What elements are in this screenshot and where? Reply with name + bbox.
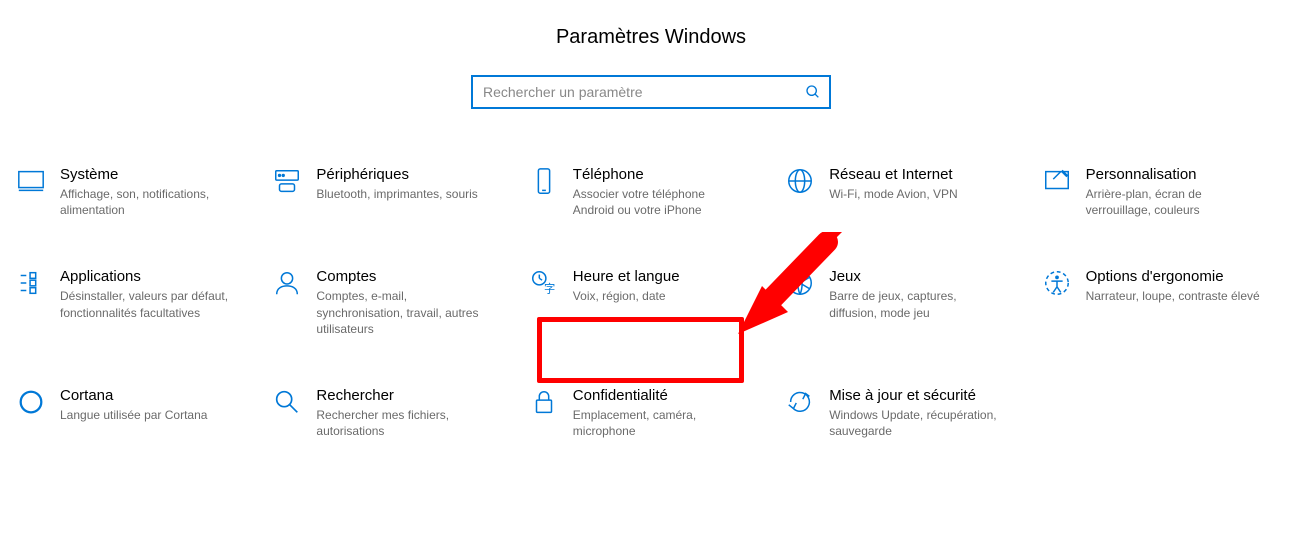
personalization-icon [1040,166,1074,200]
tile-desc: Arrière-plan, écran de verrouillage, cou… [1086,186,1261,218]
page-title: Paramètres Windows [0,26,1302,49]
tile-personalization[interactable]: Personnalisation Arrière-plan, écran de … [1036,164,1292,220]
system-icon [14,166,48,200]
tile-network[interactable]: Réseau et Internet Wi-Fi, mode Avion, VP… [779,164,1035,220]
search-icon [805,84,821,100]
tile-title: Rechercher [316,387,491,404]
tile-desc: Associer votre téléphone Android ou votr… [573,186,748,218]
tile-title: Personnalisation [1086,166,1261,183]
tile-title: Système [60,166,235,183]
tile-desc: Comptes, e-mail, synchronisation, travai… [316,288,491,337]
update-icon [783,387,817,421]
tile-desc: Voix, région, date [573,288,680,304]
tile-apps[interactable]: Applications Désinstaller, valeurs par d… [10,266,266,339]
tile-title: Heure et langue [573,268,680,285]
tile-title: Confidentialité [573,387,748,404]
tile-cortana[interactable]: Cortana Langue utilisée par Cortana [10,385,266,441]
tile-title: Comptes [316,268,491,285]
tile-desc: Bluetooth, imprimantes, souris [316,186,477,202]
ease-of-access-icon [1040,268,1074,302]
tile-desc: Wi-Fi, mode Avion, VPN [829,186,957,202]
tile-desc: Rechercher mes fichiers, autorisations [316,407,491,439]
tile-ease-of-access[interactable]: Options d'ergonomie Narrateur, loupe, co… [1036,266,1292,339]
devices-icon [270,166,304,200]
tile-time-language[interactable]: 字 Heure et langue Voix, région, date [523,266,779,339]
tile-gaming[interactable]: Jeux Barre de jeux, captures, diffusion,… [779,266,1035,339]
tile-desc: Désinstaller, valeurs par défaut, foncti… [60,288,235,320]
search-input[interactable] [483,84,805,100]
tile-desc: Narrateur, loupe, contraste élevé [1086,288,1260,304]
search-tile-icon [270,387,304,421]
tile-title: Réseau et Internet [829,166,957,183]
tile-desc: Affichage, son, notifications, alimentat… [60,186,235,218]
tile-title: Périphériques [316,166,477,183]
globe-icon [783,166,817,200]
tile-desc: Langue utilisée par Cortana [60,407,207,423]
tile-accounts[interactable]: Comptes Comptes, e-mail, synchronisation… [266,266,522,339]
tile-system[interactable]: Système Affichage, son, notifications, a… [10,164,266,220]
accounts-icon [270,268,304,302]
tile-desc: Barre de jeux, captures, diffusion, mode… [829,288,1004,320]
tile-devices[interactable]: Périphériques Bluetooth, imprimantes, so… [266,164,522,220]
svg-text:字: 字 [544,282,555,296]
tile-title: Cortana [60,387,207,404]
tile-update-security[interactable]: Mise à jour et sécurité Windows Update, … [779,385,1035,441]
time-language-icon: 字 [527,268,561,302]
cortana-icon [14,387,48,421]
phone-icon [527,166,561,200]
tile-title: Options d'ergonomie [1086,268,1260,285]
tile-title: Applications [60,268,235,285]
lock-icon [527,387,561,421]
apps-icon [14,268,48,302]
settings-grid: Système Affichage, son, notifications, a… [0,164,1302,441]
tile-title: Mise à jour et sécurité [829,387,1004,404]
tile-desc: Windows Update, récupération, sauvegarde [829,407,1004,439]
search-box[interactable] [471,75,831,109]
tile-search[interactable]: Rechercher Rechercher mes fichiers, auto… [266,385,522,441]
tile-privacy[interactable]: Confidentialité Emplacement, caméra, mic… [523,385,779,441]
tile-title: Téléphone [573,166,748,183]
tile-title: Jeux [829,268,1004,285]
tile-desc: Emplacement, caméra, microphone [573,407,748,439]
tile-phone[interactable]: Téléphone Associer votre téléphone Andro… [523,164,779,220]
gaming-icon [783,268,817,302]
